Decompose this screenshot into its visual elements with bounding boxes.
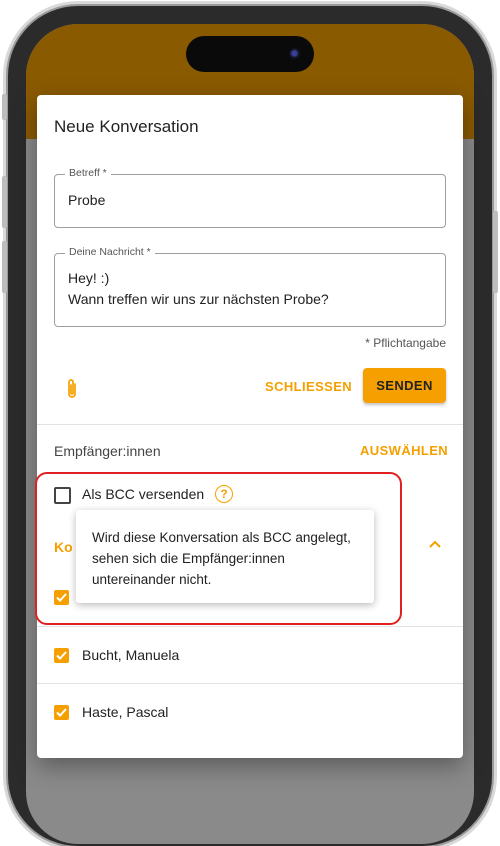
highlight-outline [35,472,402,625]
dialog-title: Neue Konversation [54,117,199,136]
mute-switch [2,94,7,120]
check-icon [56,708,67,717]
close-button[interactable]: SCHLIESSEN [265,379,352,394]
message-label: Deine Nachricht * [65,246,155,258]
subject-value: Probe [68,192,106,208]
recipient-name: Haste, Pascal [82,704,169,720]
send-button-label: SENDEN [376,378,433,393]
select-recipients-button[interactable]: AUSWÄHLEN [360,443,448,458]
send-button[interactable]: SENDEN [363,368,446,403]
new-conversation-dialog: Neue Konversation Betreff * Probe Deine … [37,95,463,758]
chevron-up-icon[interactable] [429,540,441,548]
required-note: * Pflichtangabe [365,336,446,350]
paperclip-icon[interactable] [63,378,81,400]
camera-icon [289,48,301,60]
power-button [493,211,498,293]
dynamic-island [186,36,314,72]
volume-up-button [2,176,7,228]
message-line-2: Wann treffen wir uns zur nächsten Probe? [68,291,329,307]
subject-field[interactable]: Betreff * Probe [54,167,446,228]
divider [37,683,463,684]
subject-label: Betreff * [65,167,111,179]
volume-down-button [2,241,7,293]
check-icon [56,651,67,660]
message-line-1: Hey! :) [68,270,110,286]
divider [37,626,463,627]
recipient-checkbox[interactable] [54,648,69,663]
recipient-name: Bucht, Manuela [82,647,180,663]
recipients-label: Empfänger:innen [54,443,161,459]
recipient-checkbox[interactable] [54,705,69,720]
message-field[interactable]: Deine Nachricht * Hey! :) Wann treffen w… [54,246,446,327]
divider [37,424,463,425]
